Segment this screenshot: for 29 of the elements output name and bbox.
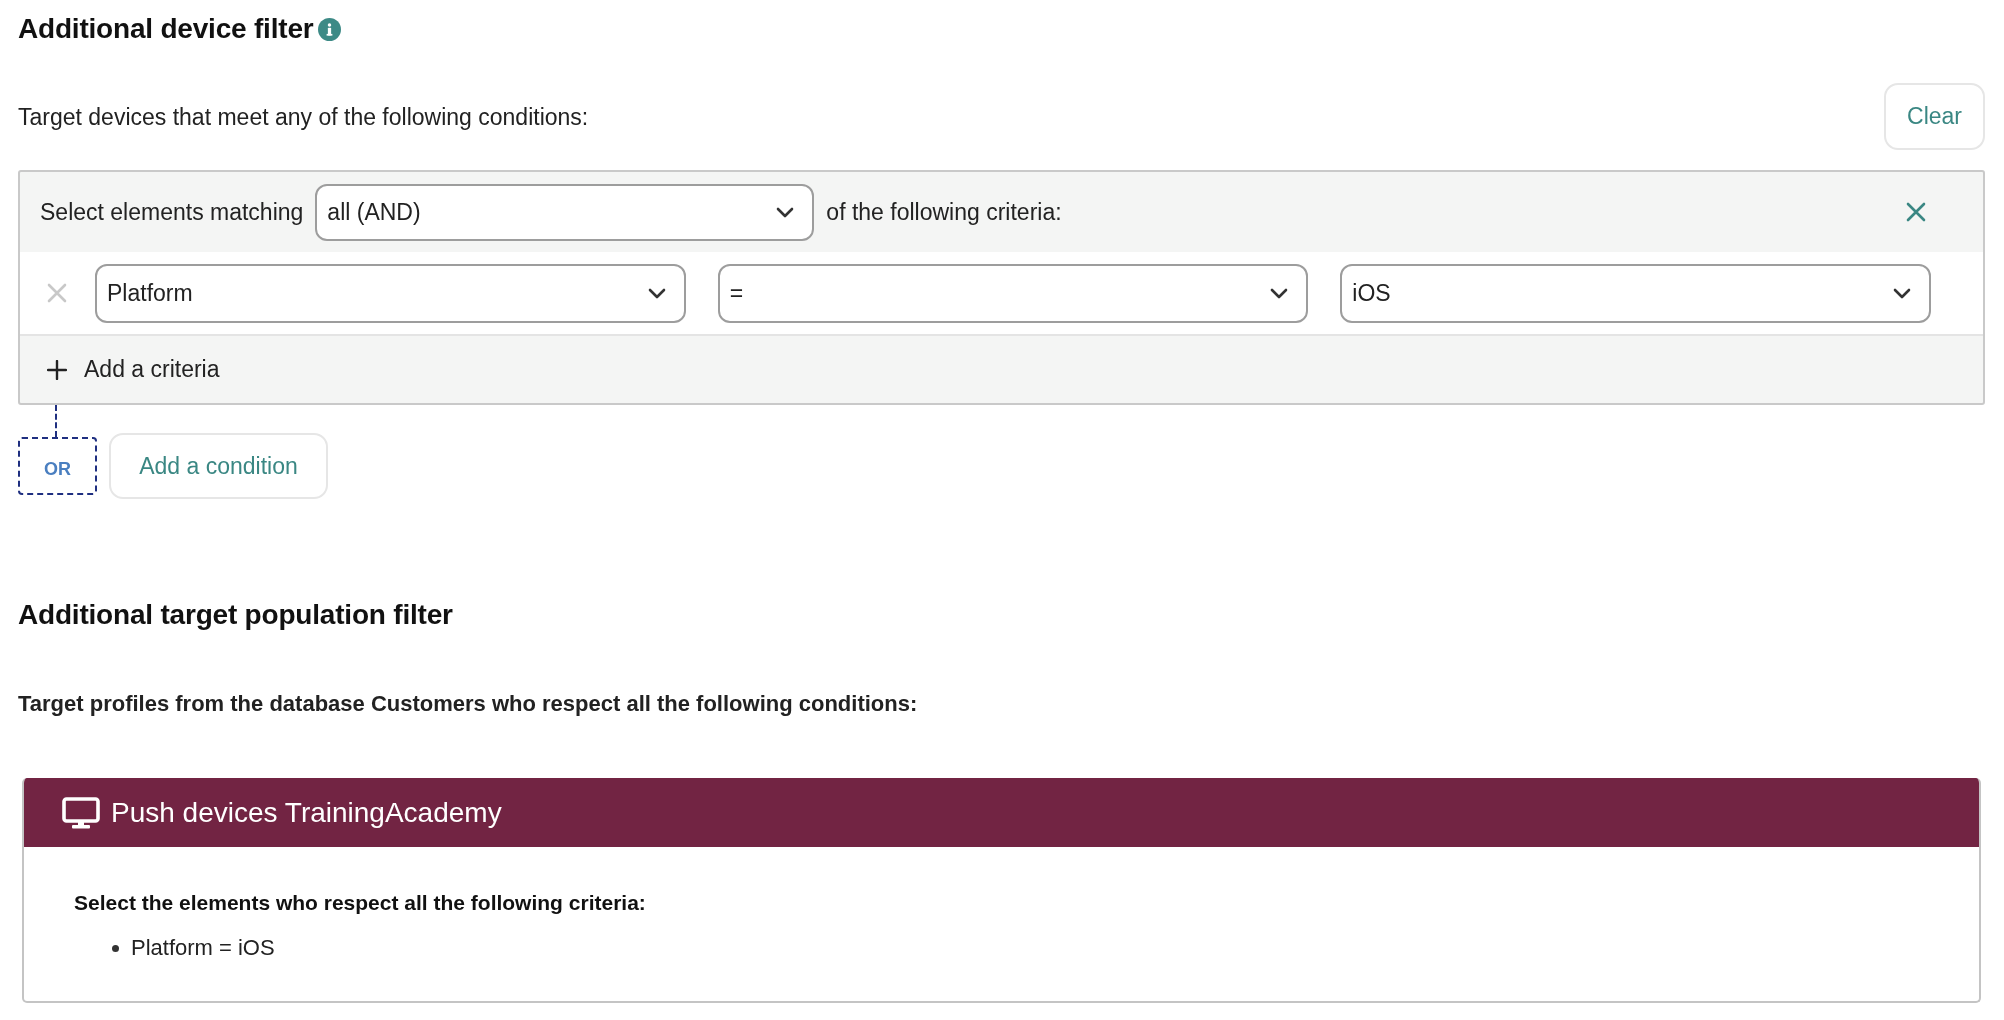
connector-line — [55, 405, 57, 437]
condition-suffix-label: of the following criteria: — [826, 198, 1062, 226]
add-criteria-button[interactable]: Add a criteria — [47, 356, 220, 383]
clear-button[interactable]: Clear — [1884, 83, 1985, 150]
bullet-icon — [112, 944, 119, 952]
match-dropdown[interactable]: all (AND) — [315, 183, 815, 241]
plus-icon — [47, 359, 67, 380]
condition-prefix-label: Select elements matching — [40, 198, 304, 226]
field-dropdown[interactable]: Platform — [95, 263, 686, 323]
remove-icon — [47, 283, 67, 303]
info-icon[interactable] — [318, 17, 342, 41]
monitor-icon — [62, 796, 100, 829]
value-dropdown[interactable]: iOS — [1340, 263, 1931, 323]
section-title: Additional target population filter — [18, 598, 454, 632]
add-condition-button[interactable]: Add a condition — [109, 433, 328, 499]
filter-description: Target profiles from the database Customers who respect all the following conditions: — [18, 690, 919, 718]
remove-condition-button[interactable] — [1906, 202, 1926, 222]
close-icon — [1906, 202, 1926, 222]
filter-description: Target devices that meet any of the following conditions: — [18, 102, 589, 132]
criteria-intro: Select the elements who respect all the following criteria: — [74, 890, 647, 916]
or-connector-label: OR — [18, 437, 97, 495]
chevron-down-icon — [647, 287, 666, 299]
card-title: Push devices TrainingAcademy — [111, 796, 502, 829]
section-title: Additional device filter — [18, 12, 314, 46]
chevron-down-icon — [1270, 287, 1289, 299]
chevron-down-icon — [1893, 287, 1911, 299]
operator-dropdown[interactable]: = — [717, 263, 1309, 323]
criterion-text: Platform = iOS — [131, 935, 275, 961]
chevron-down-icon — [776, 206, 795, 218]
